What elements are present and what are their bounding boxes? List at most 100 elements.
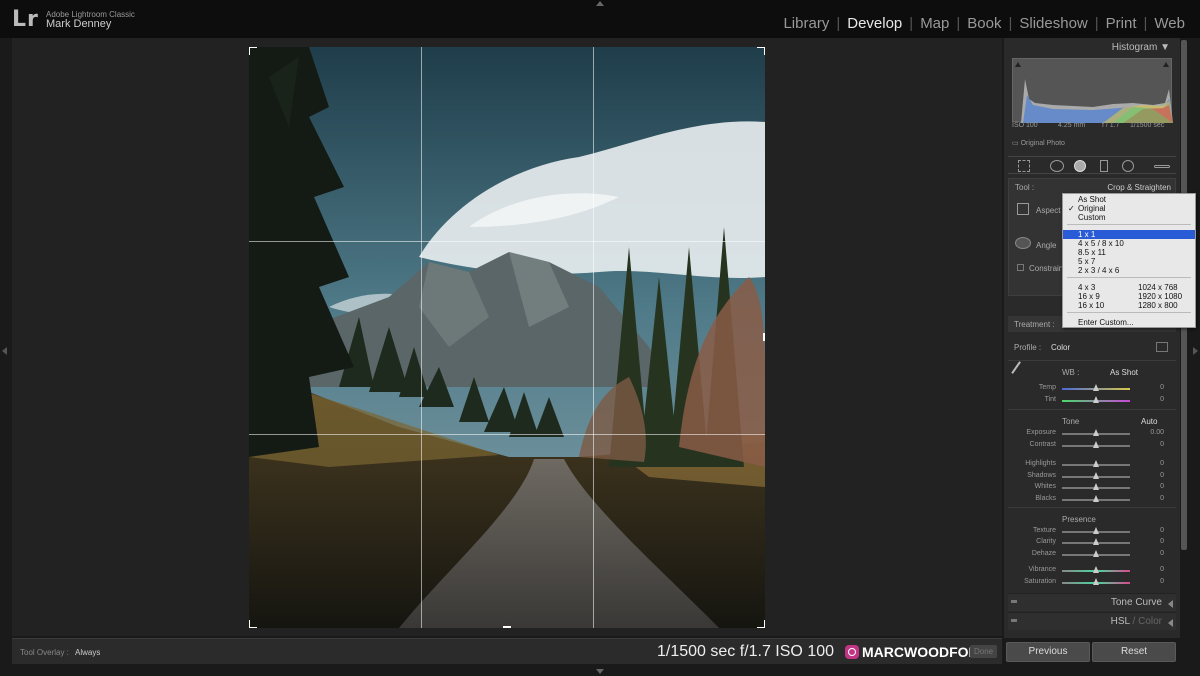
module-map[interactable]: Map [913, 15, 956, 32]
bottom-toolbar: Tool Overlay : Always 1/1500 sec f/1.7 I… [12, 638, 1002, 664]
straighten-tool-icon[interactable] [1015, 237, 1031, 249]
slider-value[interactable]: 0 [1160, 578, 1164, 585]
wb-select[interactable]: As Shot [1110, 368, 1138, 377]
aspect-menu-item-resolution: 1024 x 768 [1138, 283, 1178, 292]
collapse-right-panel-icon[interactable] [1193, 347, 1198, 355]
previous-button[interactable]: Previous [1006, 642, 1090, 662]
slider-value[interactable]: 0 [1160, 527, 1164, 534]
aspect-menu-item-label: 5 x 7 [1078, 257, 1096, 266]
photo-crop-area[interactable] [249, 47, 765, 628]
histogram-title[interactable]: Histogram ▼ [1112, 42, 1170, 53]
slider-value[interactable]: 0.00 [1150, 429, 1164, 436]
reset-button[interactable]: Reset [1092, 642, 1176, 662]
slider-thumb[interactable] [1093, 483, 1099, 490]
collapse-left-panel-icon[interactable] [2, 347, 7, 355]
slider-thumb[interactable] [1093, 538, 1099, 545]
divider [1008, 360, 1176, 361]
slider-value[interactable]: 0 [1160, 472, 1164, 479]
slider-thumb[interactable] [1093, 495, 1099, 502]
crop-handle-top-right[interactable] [757, 47, 765, 55]
slider-label: Shadows [1027, 472, 1056, 479]
tone-auto-button[interactable]: Auto [1141, 417, 1157, 426]
crop-frame-icon[interactable] [1017, 203, 1029, 215]
slider-thumb[interactable] [1093, 578, 1099, 585]
crop-handle-bottom-right[interactable] [757, 620, 765, 628]
aspect-menu-item[interactable]: ✓ Original [1063, 204, 1195, 213]
panel-switch-icon[interactable] [1011, 600, 1017, 603]
focal-length-value: 4.25 mm [1058, 122, 1086, 129]
color-tab[interactable]: Color [1138, 616, 1162, 627]
done-button[interactable]: Done [970, 645, 998, 658]
profile-browser-icon[interactable] [1156, 342, 1168, 352]
slider-value[interactable]: 0 [1160, 396, 1164, 403]
radial-filter-icon[interactable] [1122, 160, 1134, 172]
profile-select[interactable]: Color [1051, 343, 1070, 352]
constrain-checkbox[interactable] [1017, 264, 1024, 271]
aspect-menu-item[interactable]: 16 x 9 1920 x 1080 [1063, 292, 1195, 301]
slider-value[interactable]: 0 [1160, 550, 1164, 557]
aspect-menu-item[interactable]: 4 x 3 1024 x 768 [1063, 283, 1195, 292]
slider-thumb[interactable] [1093, 429, 1099, 436]
slider-value[interactable]: 0 [1160, 460, 1164, 467]
tool-overlay-select[interactable]: Always [75, 648, 100, 657]
crop-overlay-icon[interactable] [1018, 160, 1030, 172]
aspect-menu-item[interactable]: 16 x 10 1280 x 800 [1063, 301, 1195, 310]
crop-handle-top[interactable] [503, 47, 511, 48]
crop-handle-bottom[interactable] [503, 626, 511, 628]
tool-value: Crop & Straighten [1107, 183, 1171, 192]
module-slideshow[interactable]: Slideshow [1012, 15, 1094, 32]
adjustment-brush-icon[interactable] [1154, 165, 1170, 168]
spot-removal-icon[interactable] [1050, 160, 1064, 172]
slider-value[interactable]: 0 [1160, 538, 1164, 545]
module-web[interactable]: Web [1147, 15, 1192, 32]
slider-thumb[interactable] [1093, 550, 1099, 557]
slider-value[interactable]: 0 [1160, 441, 1164, 448]
slider-thumb[interactable] [1093, 396, 1099, 403]
slider-thumb[interactable] [1093, 566, 1099, 573]
aspect-menu-item[interactable]: 1 x 1 [1063, 230, 1195, 239]
original-photo-label: ▭ Original Photo [1012, 140, 1065, 147]
collapse-top-panel-icon[interactable] [596, 1, 604, 6]
tone-curve-panel-header[interactable]: Tone Curve [1008, 593, 1176, 611]
module-develop[interactable]: Develop [840, 15, 909, 32]
panel-switch-icon[interactable] [1011, 619, 1017, 622]
slider-value[interactable]: 0 [1160, 384, 1164, 391]
slider-thumb[interactable] [1093, 527, 1099, 534]
module-book[interactable]: Book [960, 15, 1008, 32]
shutter-value: 1/1500 sec [1130, 122, 1165, 129]
module-library[interactable]: Library [776, 15, 836, 32]
slider-value[interactable]: 0 [1160, 483, 1164, 490]
crop-handle-top-left[interactable] [249, 47, 257, 55]
slider-thumb[interactable] [1093, 384, 1099, 391]
slider-value[interactable]: 0 [1160, 566, 1164, 573]
module-print[interactable]: Print [1099, 15, 1144, 32]
slider-thumb[interactable] [1093, 441, 1099, 448]
slider-thumb[interactable] [1093, 472, 1099, 479]
aspect-menu-item[interactable]: As Shot [1063, 195, 1195, 204]
divider [1008, 409, 1176, 410]
shadow-clipping-icon[interactable] [1015, 61, 1021, 67]
divider [1008, 507, 1176, 508]
crop-handle-right[interactable] [763, 333, 765, 341]
red-eye-icon[interactable] [1074, 160, 1086, 172]
collapse-bottom-panel-icon[interactable] [596, 669, 604, 674]
crop-handle-left[interactable] [249, 333, 250, 341]
hsl-panel-header[interactable]: HSL / Color [1008, 612, 1176, 630]
aspect-menu-item[interactable]: 8.5 x 11 [1063, 248, 1195, 257]
graduated-filter-icon[interactable] [1100, 160, 1108, 172]
aspect-menu-item[interactable]: 2 x 3 / 4 x 6 [1063, 266, 1195, 275]
crop-handle-bottom-left[interactable] [249, 620, 257, 628]
aspect-menu-item[interactable]: Enter Custom... [1063, 318, 1195, 327]
slider-value[interactable]: 0 [1160, 495, 1164, 502]
aspect-menu-item[interactable]: 4 x 5 / 8 x 10 [1063, 239, 1195, 248]
highlight-clipping-icon[interactable] [1163, 61, 1169, 67]
aspect-menu-item[interactable]: 5 x 7 [1063, 257, 1195, 266]
slider-label: Exposure [1026, 429, 1056, 436]
wb-eyedropper-icon[interactable] [1011, 361, 1031, 381]
tone-curve-title: Tone Curve [1110, 597, 1162, 608]
histogram-graph [1013, 79, 1173, 123]
slider-thumb[interactable] [1093, 460, 1099, 467]
exif-info: 1/1500 sec f/1.7 ISO 100 [657, 643, 835, 660]
hsl-tab[interactable]: HSL [1111, 616, 1130, 627]
aspect-menu-item[interactable]: Custom [1063, 213, 1195, 222]
